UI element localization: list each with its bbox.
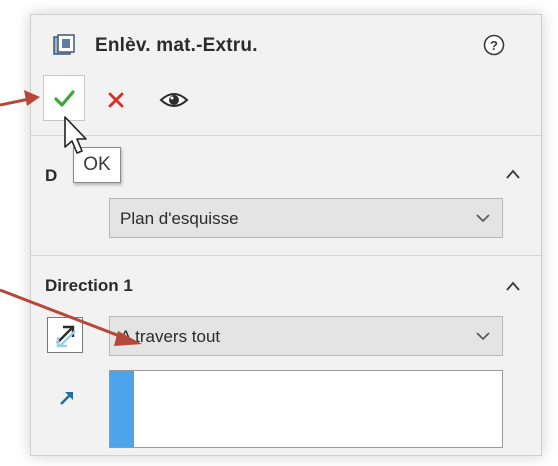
- extrude-cut-icon: [53, 34, 75, 55]
- cancel-button[interactable]: [105, 89, 127, 111]
- from-dropdown[interactable]: Plan d'esquisse: [109, 198, 503, 238]
- reverse-direction-button[interactable]: [47, 317, 83, 353]
- svg-text:?: ?: [490, 38, 498, 53]
- direction-selection-box[interactable]: [109, 370, 503, 448]
- mouse-cursor-icon: [64, 116, 87, 154]
- end-condition-dropdown[interactable]: A travers tout: [109, 316, 503, 356]
- chevron-down-icon: [476, 214, 490, 223]
- chevron-down-icon: [476, 332, 490, 341]
- panel-title: Enlèv. mat.-Extru.: [95, 35, 258, 56]
- section-from-title[interactable]: D: [45, 166, 57, 186]
- chevron-up-icon[interactable]: [505, 280, 521, 292]
- direction-arrow-icon: [60, 392, 73, 405]
- panel-header: Enlèv. mat.-Extru. ?: [31, 15, 541, 135]
- property-manager-panel: Enlèv. mat.-Extru. ? D Plan d'esquisse D…: [30, 14, 542, 456]
- help-icon[interactable]: ?: [483, 34, 505, 56]
- section-direction-1: Direction 1 A travers tout: [31, 255, 541, 456]
- chevron-up-icon[interactable]: [505, 168, 521, 180]
- reverse-direction-icon: [56, 325, 76, 348]
- end-condition-value: A travers tout: [120, 327, 221, 346]
- from-dropdown-value: Plan d'esquisse: [120, 209, 239, 228]
- checkmark-icon: [54, 90, 75, 107]
- selection-focus-bar: [110, 371, 134, 447]
- eye-icon[interactable]: [159, 89, 189, 111]
- section-direction-1-title[interactable]: Direction 1: [45, 276, 133, 296]
